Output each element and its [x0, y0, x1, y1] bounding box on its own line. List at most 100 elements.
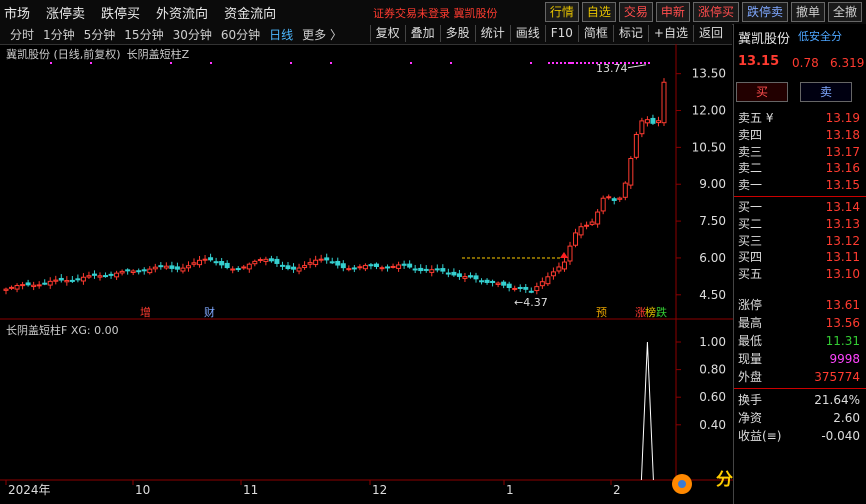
- quick-button-4[interactable]: 涨停买: [692, 2, 739, 22]
- quick-button-7[interactable]: 全撤: [827, 2, 862, 22]
- tab-timeframe-0[interactable]: 分时: [10, 26, 34, 43]
- signal-dot: [580, 62, 582, 64]
- ask-row[interactable]: 卖三 13.17: [734, 144, 866, 161]
- bid-row[interactable]: 买五 13.10: [734, 266, 866, 283]
- candle-body: [501, 281, 507, 286]
- x-tick-label: 10: [135, 483, 150, 497]
- candle-body: [224, 262, 230, 269]
- topnav-item-0[interactable]: 市场: [4, 3, 30, 22]
- topnav-item-4[interactable]: 资金流向: [224, 3, 276, 22]
- tab-timeframe-6[interactable]: 日线: [269, 26, 293, 43]
- topnav-item-3[interactable]: 外资流向: [156, 3, 208, 22]
- signal-dot: [592, 62, 594, 64]
- quick-button-6[interactable]: 撤单: [790, 2, 825, 22]
- topnav-item-1[interactable]: 涨停卖: [46, 3, 85, 22]
- quick-button-3[interactable]: 申新: [655, 2, 690, 22]
- candle-body: [633, 133, 639, 158]
- candle-body: [130, 270, 136, 274]
- y-tick-label: 13.50: [692, 67, 726, 81]
- event-marker[interactable]: 预: [596, 306, 607, 319]
- indicator-name: 长阴盖短柱Z: [126, 48, 190, 61]
- tool-5[interactable]: F10: [544, 25, 578, 42]
- ask-row[interactable]: 卖一 13.15: [734, 177, 866, 194]
- candle-body: [639, 120, 645, 135]
- ask-row[interactable]: 卖二 13.16: [734, 160, 866, 177]
- ask-price: 13.16: [825, 161, 860, 176]
- candle-body: [69, 279, 75, 282]
- ask-row[interactable]: 卖五 ¥ 13.19: [734, 110, 866, 127]
- sell-button[interactable]: 卖: [800, 82, 852, 102]
- candle-body: [567, 245, 573, 262]
- safety-score[interactable]: 低安全分: [798, 28, 842, 44]
- y-tick-label: 6.00: [699, 251, 726, 265]
- x-tick-label: 12: [372, 483, 387, 497]
- candle-body: [506, 283, 512, 288]
- candle-body: [573, 232, 579, 246]
- candle-body: [263, 258, 269, 262]
- tool-9[interactable]: 返回: [692, 25, 728, 42]
- tab-timeframe-4[interactable]: 30分钟: [173, 26, 212, 43]
- ask-row[interactable]: 卖四 13.18: [734, 127, 866, 144]
- kline-chart[interactable]: 13.50 12.00 10.50 9.00 7.50 6.00 4.50 13.74 ←4.3…: [0, 44, 733, 504]
- candle-body: [75, 278, 81, 281]
- quick-buttons: 行情 自选 交易 申新 涨停买 跌停卖 撤单 全撤: [544, 2, 862, 22]
- signal-dot: [330, 62, 332, 64]
- candle-body: [302, 265, 308, 268]
- x-tick-label: 2024年: [8, 483, 51, 497]
- candle-body: [208, 257, 214, 261]
- tool-6[interactable]: 简框: [577, 25, 613, 42]
- topnav-item-2[interactable]: 跌停买: [101, 3, 140, 22]
- tool-0[interactable]: 复权: [369, 25, 405, 42]
- quick-button-5[interactable]: 跌停卖: [741, 2, 788, 22]
- signal-dot: [584, 62, 586, 64]
- candle-body: [147, 268, 153, 274]
- quick-button-0[interactable]: 行情: [544, 2, 579, 22]
- tool-1[interactable]: 叠加: [404, 25, 440, 42]
- tab-timeframe-7[interactable]: 更多 〉: [302, 26, 342, 43]
- candle-body: [390, 265, 396, 268]
- event-marker[interactable]: 增: [140, 305, 151, 319]
- buy-button[interactable]: 买: [736, 82, 788, 102]
- event-marker[interactable]: 榜: [645, 305, 656, 319]
- candle-body: [257, 259, 263, 262]
- candle-body: [611, 198, 617, 201]
- x-tick-label: 11: [243, 483, 258, 497]
- candle-body: [20, 284, 26, 287]
- candle-body: [191, 262, 197, 265]
- candle-body: [545, 276, 551, 285]
- candle-body: [136, 270, 142, 273]
- tab-timeframe-3[interactable]: 15分钟: [124, 26, 163, 43]
- top-nav: 市场 涨停卖 跌停买 外资流向 资金流向: [4, 3, 276, 22]
- candle-body: [36, 284, 42, 287]
- candle-body: [25, 282, 31, 286]
- tool-2[interactable]: 多股: [439, 25, 475, 42]
- tool-3[interactable]: 统计: [474, 25, 510, 42]
- bid-row[interactable]: 买一 13.14: [734, 199, 866, 216]
- bid-row[interactable]: 买二 13.13: [734, 216, 866, 233]
- candle-body: [108, 273, 114, 276]
- quick-button-2[interactable]: 交易: [618, 2, 653, 22]
- bid-row[interactable]: 买四 13.11: [734, 249, 866, 266]
- candle-body: [523, 286, 529, 290]
- stat-value: 21.64%: [814, 393, 860, 407]
- tool-4[interactable]: 画线: [509, 25, 545, 42]
- sub-y-tick-label: 1.00: [699, 335, 726, 349]
- bid-row[interactable]: 买三 13.12: [734, 233, 866, 250]
- signal-dot: [564, 62, 566, 64]
- signal-dot: [290, 62, 292, 64]
- bid-price: 13.13: [825, 216, 860, 231]
- quick-button-1[interactable]: 自选: [581, 2, 616, 22]
- tab-timeframe-1[interactable]: 1分钟: [43, 26, 75, 43]
- tool-8[interactable]: +自选: [647, 25, 693, 42]
- tab-timeframe-5[interactable]: 60分钟: [221, 26, 260, 43]
- candle-body: [451, 271, 457, 276]
- candle-body: [484, 279, 490, 283]
- event-marker[interactable]: 跌: [656, 305, 667, 319]
- signal-dot: [588, 62, 590, 64]
- stat-value: 2.60: [833, 411, 860, 425]
- tab-timeframe-2[interactable]: 5分钟: [84, 26, 116, 43]
- candle-body: [296, 267, 302, 272]
- tool-7[interactable]: 标记: [612, 25, 648, 42]
- low-label: ←4.37: [514, 296, 548, 309]
- event-marker[interactable]: 财: [204, 305, 215, 319]
